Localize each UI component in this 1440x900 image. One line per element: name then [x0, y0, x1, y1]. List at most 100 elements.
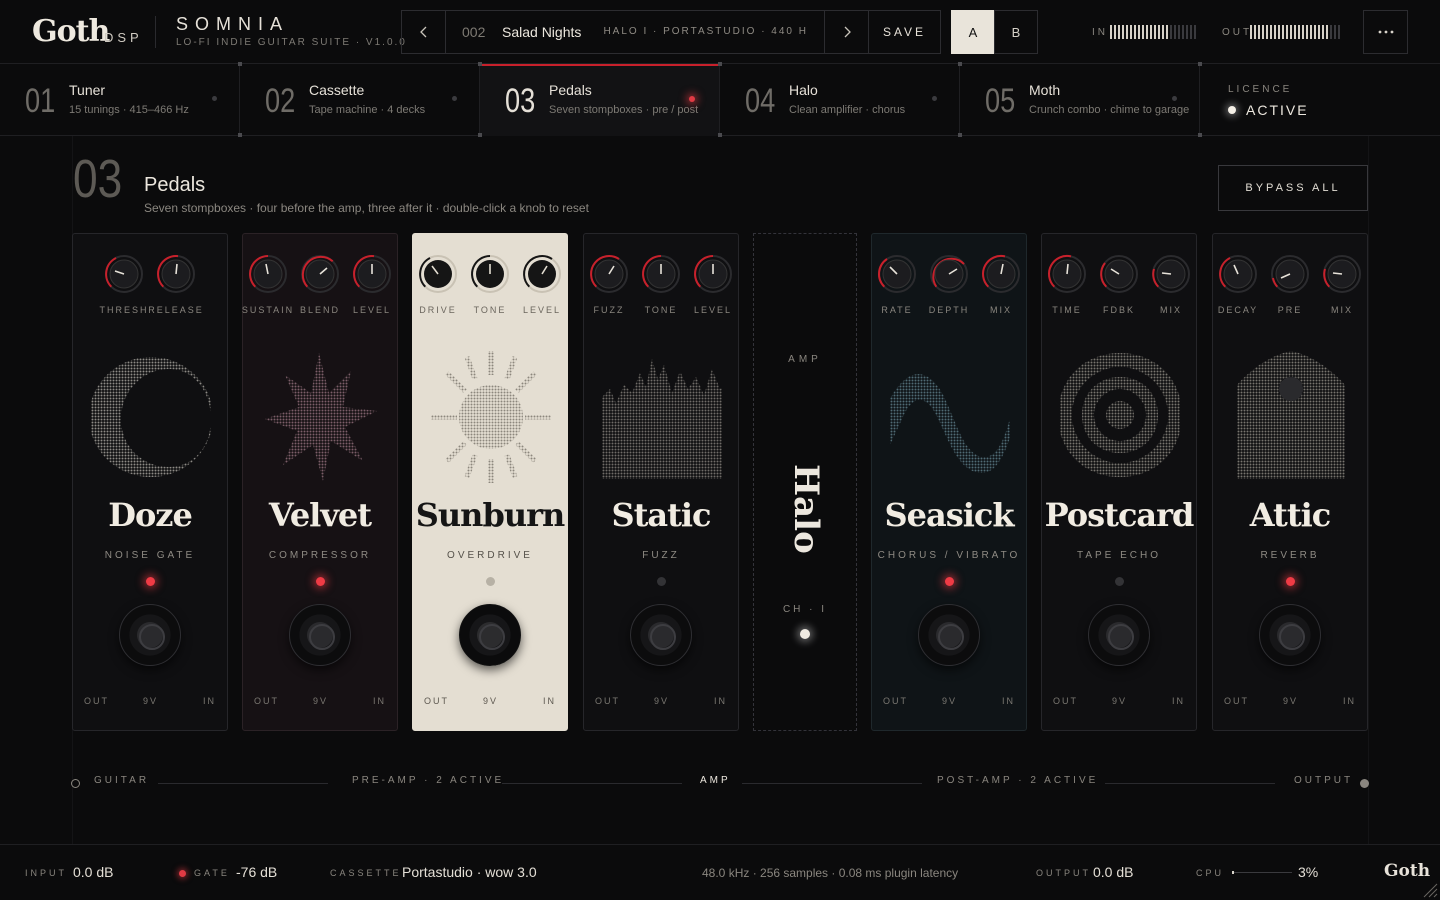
footswitch[interactable]: [459, 604, 521, 666]
star-illustration: [265, 353, 377, 481]
chain-start-node: [71, 779, 80, 788]
ab-compare-b-button[interactable]: B: [994, 10, 1038, 54]
static-noise-illustration: [602, 359, 722, 479]
tab-corner-marker: [718, 62, 722, 66]
pedal-name: Static: [611, 496, 711, 534]
meter-segment: [1250, 25, 1252, 39]
knob-depth[interactable]: [929, 254, 969, 294]
amp-label: AMP: [788, 354, 822, 365]
jack-in-label: IN: [1172, 696, 1185, 706]
input-meter-label: IN: [1092, 27, 1108, 38]
meter-segment: [1130, 25, 1132, 39]
tab-halo[interactable]: 04 Halo Clean amplifier · chorus: [720, 64, 960, 136]
tab-subtitle: Tape machine · 4 decks: [309, 104, 426, 116]
knob-label: PRE: [1277, 305, 1303, 315]
footer-logo: Goth: [1384, 861, 1431, 881]
chain-line: [158, 783, 328, 784]
tab-corner-marker: [1198, 133, 1202, 137]
knob-feedback[interactable]: [1099, 254, 1139, 294]
footswitch[interactable]: [119, 604, 181, 666]
knob-rate[interactable]: [877, 254, 917, 294]
chain-post-amp: POST-AMP · 2 ACTIVE: [937, 775, 1099, 786]
pedal-led: [316, 577, 325, 586]
pedal-velvet: SUSTAIN BLEND LEVEL Velvet COMPRESSOR OU…: [242, 233, 398, 731]
more-menu-button[interactable]: [1363, 10, 1408, 54]
more-horizontal-icon: [1378, 30, 1393, 34]
knob-pre-delay[interactable]: [1270, 254, 1310, 294]
input-gain-value[interactable]: 0.0 dB: [73, 864, 113, 880]
knob-label: DECAY: [1217, 305, 1259, 315]
resize-grip-icon[interactable]: [1422, 882, 1438, 898]
knob-time[interactable]: [1047, 254, 1087, 294]
tab-corner-marker: [478, 62, 482, 66]
knob-label: SUSTAIN: [241, 305, 295, 315]
knob-decay[interactable]: [1218, 254, 1258, 294]
module-tabs: 01 Tuner 15 tunings · 415–466 Hz 02 Cass…: [0, 62, 1440, 137]
knob-label: TONE: [644, 305, 678, 315]
meter-segment: [1262, 25, 1264, 39]
knob-blend[interactable]: [300, 254, 340, 294]
preset-selector[interactable]: 002 Salad Nights HALO I · PORTASTUDIO · …: [446, 11, 824, 53]
tab-title: Cassette: [309, 82, 365, 98]
footswitch[interactable]: [1259, 604, 1321, 666]
licence-status[interactable]: ACTIVE: [1246, 102, 1309, 118]
signal-chain: GUITAR PRE-AMP · 2 ACTIVE AMP POST-AMP ·…: [70, 775, 1370, 793]
knob-level[interactable]: [352, 254, 392, 294]
tab-moth[interactable]: 05 Moth Crunch combo · chime to garage: [960, 64, 1200, 136]
knob-label: TIME: [1052, 305, 1082, 315]
tab-cassette[interactable]: 02 Cassette Tape machine · 4 decks: [240, 64, 480, 136]
meter-segment: [1270, 25, 1272, 39]
meter-segment: [1170, 25, 1172, 39]
top-bar: Goth DSP SOMNIA LO-FI INDIE GUITAR SUITE…: [0, 0, 1440, 64]
preset-prev-button[interactable]: [402, 11, 446, 53]
cassette-value[interactable]: Portastudio · wow 3.0: [402, 864, 537, 880]
footswitch[interactable]: [630, 604, 692, 666]
knob-level[interactable]: [522, 254, 562, 294]
amp-channel-indicator: [800, 629, 810, 639]
cpu-usage-bar: [1232, 871, 1292, 874]
knob-level[interactable]: [693, 254, 733, 294]
knob-mix[interactable]: [981, 254, 1021, 294]
tab-pedals[interactable]: 03 Pedals Seven stompboxes · pre / post: [480, 64, 720, 136]
pedal-jacks: OUT 9V IN: [73, 696, 227, 708]
footswitch[interactable]: [289, 604, 351, 666]
output-gain-value[interactable]: 0.0 dB: [1093, 864, 1133, 880]
tab-tuner[interactable]: 01 Tuner 15 tunings · 415–466 Hz: [0, 64, 240, 136]
save-button[interactable]: SAVE: [868, 11, 940, 53]
knob-release[interactable]: [156, 254, 196, 294]
knob-fuzz[interactable]: [589, 254, 629, 294]
meter-segment: [1298, 25, 1300, 39]
tab-corner-marker: [1198, 62, 1202, 66]
knob-thresh[interactable]: [104, 254, 144, 294]
meter-segment: [1274, 25, 1276, 39]
ab-compare-a-button[interactable]: A: [951, 10, 995, 54]
footswitch[interactable]: [918, 604, 980, 666]
bypass-all-button[interactable]: BYPASS ALL: [1218, 165, 1368, 211]
knob-tone[interactable]: [641, 254, 681, 294]
cpu-value: 3%: [1298, 864, 1319, 880]
pedal-name: Doze: [108, 496, 193, 534]
pedal-seasick: RATE DEPTH MIX Seasick CHORUS / VIBRATO …: [871, 233, 1027, 731]
footswitch[interactable]: [1088, 604, 1150, 666]
knob-mix[interactable]: [1322, 254, 1362, 294]
meter-segment: [1142, 25, 1144, 39]
amp-slot[interactable]: AMP Halo CH · I: [753, 233, 857, 731]
pedal-type: FUZZ: [642, 550, 680, 561]
section-subtitle: Seven stompboxes · four before the amp, …: [144, 201, 589, 215]
knob-sustain[interactable]: [248, 254, 288, 294]
jack-in-label: IN: [203, 696, 216, 706]
meter-segment: [1190, 25, 1192, 39]
gate-threshold-value[interactable]: -76 dB: [236, 864, 277, 880]
knob-tone[interactable]: [470, 254, 510, 294]
attic-house-illustration: [1237, 351, 1345, 479]
pedal-led: [945, 577, 954, 586]
preset-next-button[interactable]: [824, 11, 868, 53]
meter-segment: [1186, 25, 1188, 39]
meter-segment: [1150, 25, 1152, 39]
chain-line: [502, 783, 682, 784]
knob-mix[interactable]: [1151, 254, 1191, 294]
chain-end-node: [1360, 779, 1369, 788]
knob-label: FDBK: [1102, 305, 1135, 315]
knob-drive[interactable]: [418, 254, 458, 294]
jack-out-label: OUT: [84, 696, 109, 706]
